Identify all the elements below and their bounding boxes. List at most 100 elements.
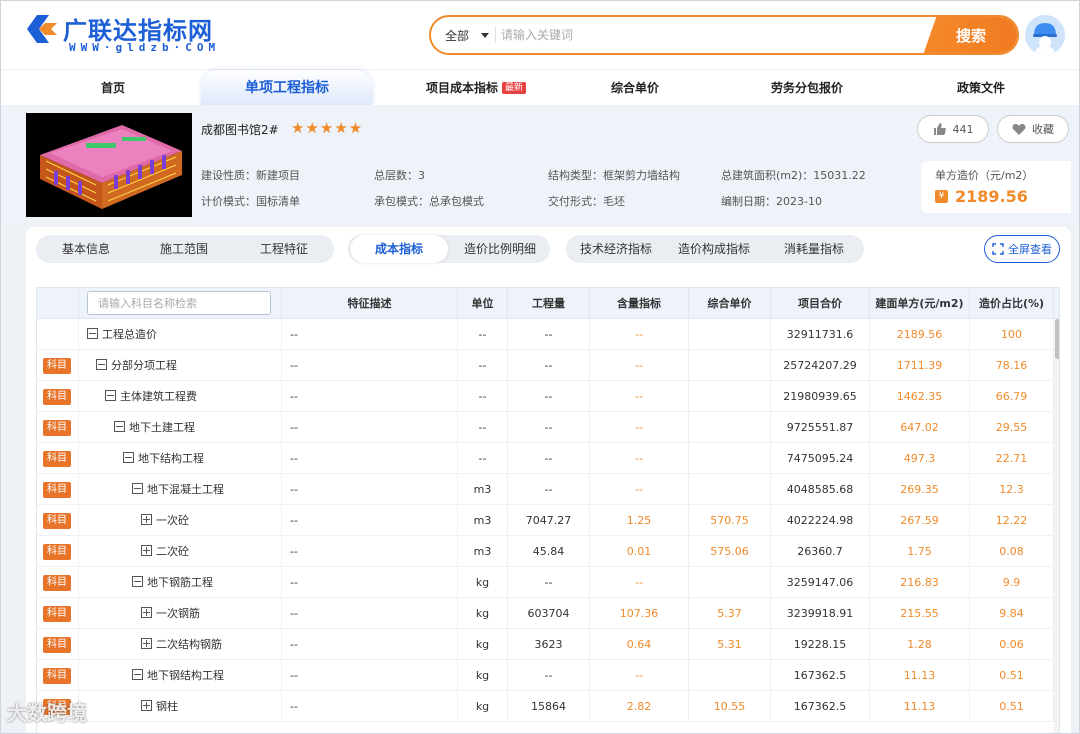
tab-cost-ratio-detail[interactable]: 造价比例明细 <box>452 235 548 263</box>
tab-construction-scope[interactable]: 施工范围 <box>144 235 224 263</box>
search-input[interactable] <box>501 23 921 47</box>
cell-feature-desc: -- <box>282 474 458 505</box>
meta-value: 框架剪力墙结构 <box>603 169 680 182</box>
table-scrollbar[interactable] <box>1054 319 1059 733</box>
cell-quantity: -- <box>508 474 590 505</box>
table-row[interactable]: 科目 分部分项工程 -- -- -- -- 25724207.29 1711.39 78.16 <box>37 350 1055 381</box>
subject-tag: 科目 <box>43 606 71 622</box>
collapse-icon[interactable] <box>123 452 134 463</box>
cell-unit-cost: 216.83 <box>870 567 970 598</box>
cell-tag: 科目 <box>37 443 79 474</box>
tab-project-features[interactable]: 工程特征 <box>244 235 324 263</box>
cell-content-index: 107.36 <box>590 598 689 629</box>
cell-unit-cost: 215.55 <box>870 598 970 629</box>
table-row[interactable]: 工程总造价 -- -- -- -- 32911731.6 2189.56 100 <box>37 319 1055 350</box>
watermark: 大数跨境 <box>7 701 87 725</box>
table-row[interactable]: 科目 地下钢结构工程 -- kg -- -- 167362.5 11.13 0.51 <box>37 660 1055 691</box>
cell-composite-price: 5.37 <box>689 598 771 629</box>
unit-price-box: 单方造价（元/m2） ¥ 2189.56 <box>921 161 1071 213</box>
nav-single-project-label: 单项工程指标 <box>245 80 329 96</box>
collapse-icon[interactable] <box>87 328 98 339</box>
expand-icon[interactable] <box>141 638 152 649</box>
nav-project-cost[interactable]: 项目成本指标 最新 <box>411 70 541 106</box>
favorite-button[interactable]: 收藏 <box>997 115 1069 143</box>
cell-tag: 科目 <box>37 536 79 567</box>
table-row[interactable]: 科目 地下钢筋工程 -- kg -- -- 3259147.06 216.83 9.9 <box>37 567 1055 598</box>
search-button[interactable]: 搜索 <box>923 17 1017 53</box>
table-row[interactable]: 科目 地下混凝土工程 -- m3 -- -- 4048585.68 269.35 12.3 <box>37 474 1055 505</box>
tab-basic-info[interactable]: 基本信息 <box>46 235 126 263</box>
fullscreen-button[interactable]: 全屏查看 <box>984 235 1060 263</box>
search-scope-select[interactable]: 全部 <box>445 27 469 44</box>
collapse-icon[interactable] <box>96 359 107 370</box>
table-row[interactable]: 科目 主体建筑工程费 -- -- -- -- 21980939.65 1462.35 66.79 <box>37 381 1055 412</box>
cell-subject-name: 二次砼 <box>79 536 282 567</box>
subject-name: 分部分项工程 <box>111 359 177 372</box>
cell-subject-name: 分部分项工程 <box>79 350 282 381</box>
cell-content-index: -- <box>590 350 689 381</box>
meta-label: 编制日期： <box>721 195 776 208</box>
scrollbar-thumb[interactable] <box>1055 319 1059 359</box>
table-row[interactable]: 科目 钢柱 -- kg 15864 2.82 10.55 167362.5 11.13 0.51 <box>37 691 1055 722</box>
table-row[interactable]: 科目 一次砼 -- m3 7047.27 1.25 570.75 4022224.98 267.… <box>37 505 1055 536</box>
tab-tech-economic[interactable]: 技术经济指标 <box>568 235 664 263</box>
nav-unit-price[interactable]: 综合单价 <box>585 70 685 106</box>
avatar[interactable] <box>1025 15 1065 55</box>
collapse-icon[interactable] <box>132 483 143 494</box>
table-row[interactable]: 科目 二次砼 -- m3 45.84 0.01 575.06 26360.7 1.75 0.08 <box>37 536 1055 567</box>
expand-icon[interactable] <box>141 514 152 525</box>
cell-feature-desc: -- <box>282 319 458 350</box>
cell-tag: 科目 <box>37 598 79 629</box>
subject-name: 地下钢结构工程 <box>147 669 224 682</box>
cell-unit-cost: 269.35 <box>870 474 970 505</box>
cell-composite-price <box>689 319 771 350</box>
cell-cost-ratio: 0.51 <box>970 691 1054 722</box>
tab-cost-index[interactable]: 成本指标 <box>350 235 448 263</box>
cell-composite-price: 5.31 <box>689 629 771 660</box>
nav-single-project[interactable]: 单项工程指标 <box>201 70 373 106</box>
cell-unit-cost: 2189.56 <box>870 319 970 350</box>
site-logo[interactable]: 广联达指标网 WWW·gldzb·COM <box>25 11 240 59</box>
collapse-icon[interactable] <box>132 576 143 587</box>
cell-feature-desc: -- <box>282 505 458 536</box>
meta-compile-date: 编制日期：2023-10 <box>721 193 822 209</box>
meta-floors: 总层数：3 <box>374 167 425 183</box>
cell-content-index: 0.01 <box>590 536 689 567</box>
expand-icon[interactable] <box>141 700 152 711</box>
expand-icon[interactable] <box>141 545 152 556</box>
tab-group-indicators: 技术经济指标 造价构成指标 消耗量指标 <box>566 235 864 263</box>
search-bar: 全部 搜索 <box>429 15 1019 55</box>
table-row[interactable]: 科目 地下土建工程 -- -- -- -- 9725551.87 647.02 29.55 <box>37 412 1055 443</box>
cell-subject-name: 一次钢筋 <box>79 598 282 629</box>
table-row[interactable]: 科目 地下结构工程 -- -- -- -- 7475095.24 497.3 22.71 <box>37 443 1055 474</box>
subject-name: 地下土建工程 <box>129 421 195 434</box>
nav-policy[interactable]: 政策文件 <box>931 70 1031 106</box>
cell-quantity: -- <box>508 567 590 598</box>
header-unit-cost: 建面单方(元/m2) <box>870 288 970 319</box>
header-tag-col <box>37 288 79 319</box>
project-thumbnail[interactable] <box>26 113 192 217</box>
cell-subject-name: 地下钢筋工程 <box>79 567 282 598</box>
tab-consumption[interactable]: 消耗量指标 <box>766 235 862 263</box>
logo-icon <box>27 15 57 43</box>
collapse-icon[interactable] <box>105 390 116 401</box>
like-button[interactable]: 441 <box>917 115 989 143</box>
tab-cost-composition[interactable]: 造价构成指标 <box>666 235 762 263</box>
chevron-down-icon[interactable] <box>481 33 489 38</box>
cell-subject-name: 一次砼 <box>79 505 282 536</box>
favorite-label: 收藏 <box>1032 123 1054 136</box>
table-row[interactable]: 科目 一次钢筋 -- kg 603704 107.36 5.37 3239918.91 215.… <box>37 598 1055 629</box>
table-row[interactable]: 科目 二次结构钢筋 -- kg 3623 0.64 5.31 19228.15 1.28 0.06 <box>37 629 1055 660</box>
nav-labor-quote[interactable]: 劳务分包报价 <box>757 70 857 106</box>
nav-home[interactable]: 首页 <box>63 70 163 106</box>
subject-filter-input[interactable] <box>87 291 271 315</box>
expand-icon[interactable] <box>141 607 152 618</box>
meta-value: 毛坯 <box>603 195 625 208</box>
collapse-icon[interactable] <box>132 669 143 680</box>
subject-name: 地下结构工程 <box>138 452 204 465</box>
cell-unit: -- <box>458 381 508 412</box>
collapse-icon[interactable] <box>114 421 125 432</box>
unit-price-label: 单方造价（元/m2） <box>935 169 1034 182</box>
subject-tag: 科目 <box>43 420 71 436</box>
cell-cost-ratio: 78.16 <box>970 350 1054 381</box>
